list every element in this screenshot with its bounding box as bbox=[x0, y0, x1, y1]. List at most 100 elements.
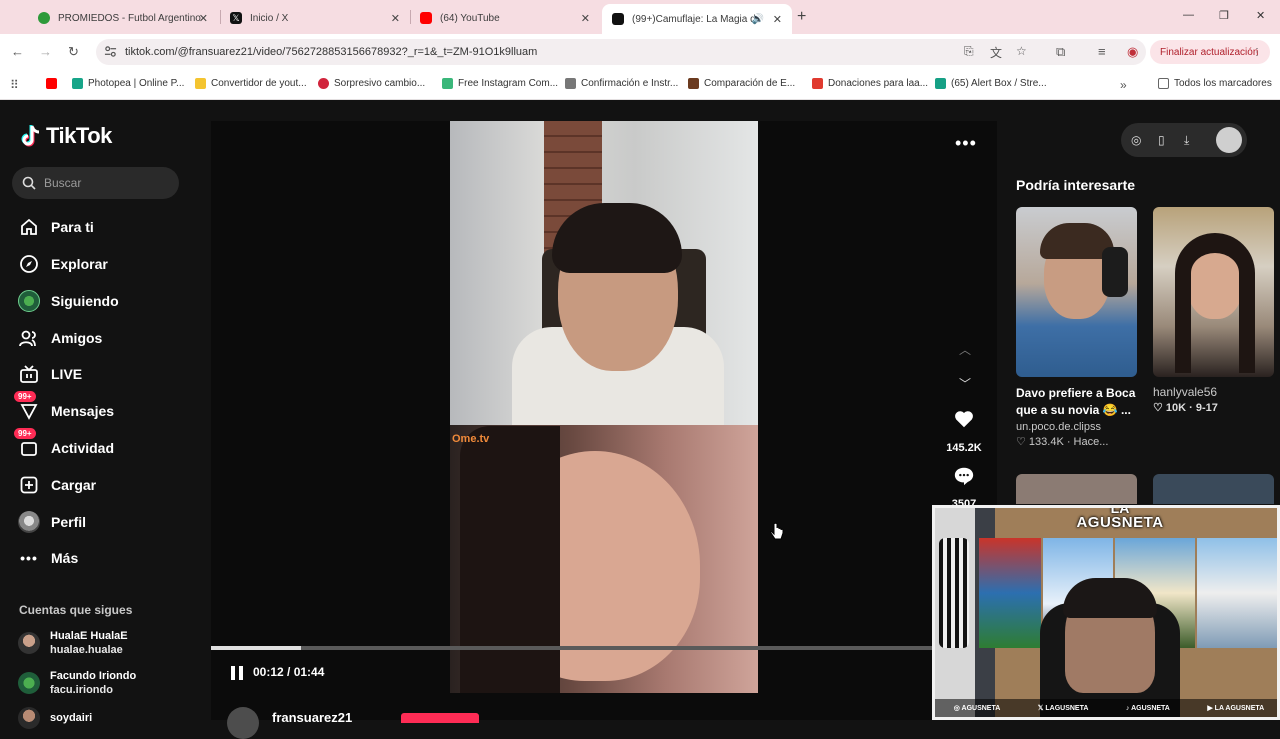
video-frame[interactable]: Ome.tv bbox=[450, 121, 758, 693]
new-tab-icon[interactable]: + bbox=[797, 8, 806, 26]
progress-bar[interactable] bbox=[211, 646, 933, 650]
recommend-card[interactable]: hanlyvale56 ♡ 10K · 9-17 bbox=[1153, 207, 1274, 414]
nav-para-ti[interactable]: Para ti bbox=[18, 212, 94, 242]
following-item[interactable]: soydairi bbox=[18, 707, 92, 729]
photopea-icon bbox=[72, 78, 83, 89]
more-icon: ••• bbox=[20, 550, 38, 566]
youtube-bookmark-icon bbox=[46, 78, 57, 89]
follow-button[interactable] bbox=[401, 713, 479, 723]
chevron-up-icon[interactable]: ︿ bbox=[959, 341, 971, 358]
nav-mas[interactable]: ••• Más bbox=[18, 543, 78, 573]
extensions-icon[interactable]: ⧉ bbox=[1056, 44, 1065, 60]
window-close-icon[interactable]: ✕ bbox=[1256, 9, 1265, 22]
reload-icon[interactable]: ↻ bbox=[68, 44, 79, 60]
bookmark-comparacion[interactable]: Comparación de E... bbox=[688, 78, 795, 89]
nav-label: Mensajes bbox=[51, 403, 115, 419]
tab-tiktok-active[interactable]: (99+)Camuflaje: La Magia de 🔊 ✕ bbox=[602, 4, 792, 34]
tiktok-logo[interactable]: TikTok bbox=[18, 123, 112, 149]
translate-icon[interactable]: 文 bbox=[990, 44, 1002, 61]
address-bar[interactable]: tiktok.com/@fransuarez21/video/756272885… bbox=[96, 39, 1146, 65]
chevron-down-icon[interactable]: ﹀ bbox=[959, 375, 971, 392]
following-item[interactable]: HualaE HualaE hualae.hualae bbox=[18, 629, 128, 657]
forward-icon[interactable]: → bbox=[39, 44, 52, 59]
bookmark-label: Convertidor de yout... bbox=[211, 78, 307, 89]
nav-perfil[interactable]: Perfil bbox=[18, 507, 86, 537]
nav-mensajes[interactable]: 99+ Mensajes bbox=[14, 391, 115, 426]
video-player[interactable]: Ome.tv ••• ︿ ﹀ 145.2K 3507 00:12 / 01:44… bbox=[211, 121, 997, 739]
activity-badge: 99+ bbox=[14, 428, 36, 439]
tab-youtube[interactable]: (64) YouTube ✕ bbox=[410, 6, 600, 30]
site-settings-icon[interactable] bbox=[104, 45, 117, 58]
top-icon-bar: ◎ ▯ ⤓ bbox=[1121, 123, 1247, 157]
following-name: Facundo Iriondo bbox=[50, 670, 137, 682]
search-box[interactable] bbox=[12, 167, 179, 199]
search-input[interactable] bbox=[44, 174, 169, 192]
close-icon[interactable]: ✕ bbox=[581, 12, 590, 25]
author-name[interactable]: fransuarez21 bbox=[272, 710, 352, 725]
bookmark-donaciones[interactable]: Donaciones para laa... bbox=[812, 78, 928, 89]
bookmark-youtube[interactable] bbox=[46, 78, 62, 89]
nav-explorar[interactable]: Explorar bbox=[18, 249, 108, 279]
bookmark-photopea[interactable]: Photopea | Online P... bbox=[72, 78, 184, 89]
menu-dots-icon[interactable]: ⋮ bbox=[1252, 47, 1262, 58]
news-icon bbox=[318, 78, 329, 89]
bookmark-star-icon[interactable]: ☆ bbox=[1016, 44, 1027, 58]
pause-icon[interactable] bbox=[230, 665, 244, 681]
phone-icon[interactable]: ▯ bbox=[1158, 133, 1165, 147]
install-app-icon[interactable]: ⎘ bbox=[964, 44, 974, 59]
card-thumbnail[interactable] bbox=[1153, 207, 1274, 377]
card-thumbnail[interactable] bbox=[1016, 474, 1137, 504]
comparison-icon bbox=[688, 78, 699, 89]
tab-x[interactable]: 𝕏 Inicio / X ✕ bbox=[220, 6, 410, 30]
following-item[interactable]: Facundo Iriondo facu.iriondo bbox=[18, 669, 136, 697]
speaker-icon[interactable]: 🔊 bbox=[752, 14, 764, 25]
card-thumbnail[interactable] bbox=[1016, 207, 1137, 377]
minimize-icon[interactable]: — bbox=[1183, 9, 1194, 21]
back-icon[interactable]: ← bbox=[11, 44, 24, 59]
nav-actividad[interactable]: 99+ Actividad bbox=[14, 428, 114, 463]
profile-avatar-icon bbox=[18, 511, 40, 533]
following-avatar-icon bbox=[18, 290, 40, 312]
all-bookmarks-folder[interactable]: Todos los marcadores bbox=[1158, 78, 1272, 89]
nav-amigos[interactable]: Amigos bbox=[18, 323, 102, 353]
close-icon[interactable]: ✕ bbox=[773, 13, 782, 26]
restore-icon[interactable]: ❐ bbox=[1219, 9, 1229, 22]
comment-icon[interactable] bbox=[953, 465, 975, 487]
following-handle: hualae.hualae bbox=[50, 644, 123, 656]
close-icon[interactable]: ✕ bbox=[199, 12, 208, 25]
video-top-camera bbox=[450, 121, 758, 437]
tab-title: (99+)Camuflaje: La Magia de bbox=[632, 13, 756, 25]
more-bookmarks-icon[interactable]: » bbox=[1120, 78, 1127, 92]
bookmark-converter[interactable]: Convertidor de yout... bbox=[195, 78, 307, 89]
streamer-logo: LA AGUSNETA bbox=[1076, 508, 1163, 546]
download-icon[interactable]: ⤓ bbox=[1184, 133, 1189, 148]
hair bbox=[552, 203, 682, 273]
user-avatar[interactable] bbox=[1216, 127, 1242, 153]
more-options-icon[interactable]: ••• bbox=[955, 133, 977, 154]
bookmark-alertbox[interactable]: (65) Alert Box / Stre... bbox=[935, 78, 1047, 89]
headphones bbox=[1102, 247, 1128, 297]
media-control-icon[interactable]: ≡ bbox=[1098, 44, 1106, 59]
author-avatar[interactable] bbox=[227, 707, 259, 739]
finish-update-button[interactable]: Finalizar actualización ⋮ bbox=[1150, 40, 1270, 64]
bookmark-label: Confirmación e Instr... bbox=[581, 78, 679, 89]
apps-grid-icon[interactable]: ⠿ bbox=[10, 78, 19, 92]
bookmark-instagram[interactable]: Free Instagram Com... bbox=[442, 78, 558, 89]
tab-promiedos[interactable]: PROMIEDOS - Futbol Argentino ✕ bbox=[28, 6, 218, 30]
url-text: tiktok.com/@fransuarez21/video/756272885… bbox=[125, 46, 538, 58]
bookmark-confirmacion[interactable]: Confirmación e Instr... bbox=[565, 78, 678, 89]
close-icon[interactable]: ✕ bbox=[391, 12, 400, 25]
profile-icon[interactable]: ◉ bbox=[1127, 44, 1138, 60]
nav-live[interactable]: LIVE bbox=[18, 359, 82, 389]
card-thumbnail[interactable] bbox=[1153, 474, 1274, 504]
bookmark-sorpresivo[interactable]: Sorpresivo cambio... bbox=[318, 78, 425, 89]
nav-cargar[interactable]: Cargar bbox=[18, 470, 96, 500]
coin-icon[interactable]: ◎ bbox=[1131, 133, 1141, 147]
following-handle: facu.iriondo bbox=[50, 684, 113, 696]
poster bbox=[1197, 538, 1277, 648]
time-display: 00:12 / 01:44 bbox=[253, 665, 325, 679]
nav-siguiendo[interactable]: Siguiendo bbox=[18, 286, 119, 316]
recommend-card[interactable]: Davo prefiere a Boca que a su novia 😂 ..… bbox=[1016, 207, 1137, 448]
messages-icon: 99+ bbox=[14, 391, 40, 422]
heart-icon[interactable] bbox=[953, 408, 975, 430]
